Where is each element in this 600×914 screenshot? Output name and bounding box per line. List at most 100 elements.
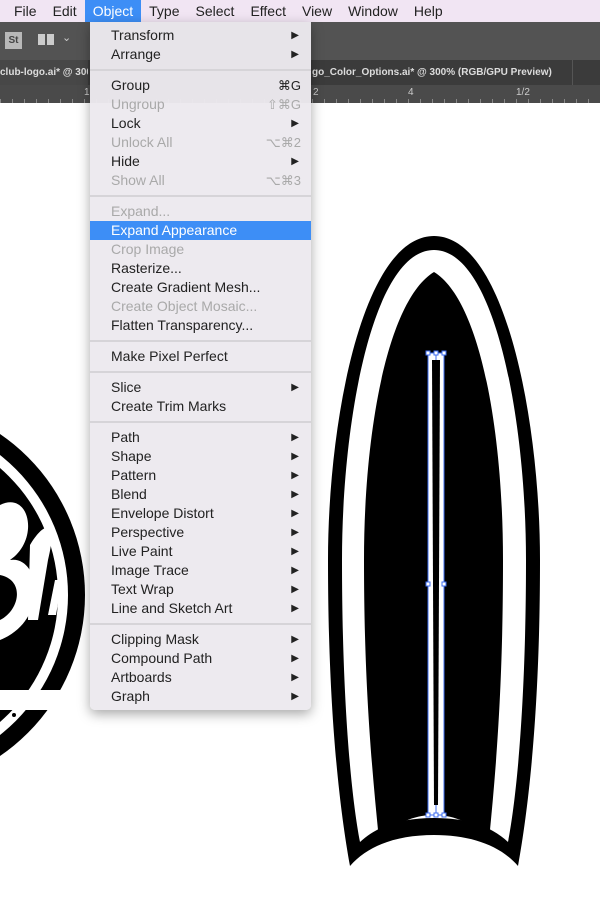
menu-item-label: Clipping Mask [111,631,199,647]
menu-item-blend[interactable]: Blend ▶ [90,485,311,504]
submenu-arrow-icon: ▶ [291,382,299,393]
menu-view[interactable]: View [294,0,340,22]
menu-item-arrange[interactable]: Arrange ▶ [90,45,311,64]
menu-item-text-wrap[interactable]: Text Wrap ▶ [90,580,311,599]
menu-item-clipping-mask[interactable]: Clipping Mask ▶ [90,630,311,649]
menu-item-label: Arrange [111,46,161,62]
menu-separator [90,416,311,428]
menu-object[interactable]: Object [84,0,142,22]
tab-club-logo[interactable]: club-logo.ai* @ 300 [0,60,88,85]
menu-item-rasterize[interactable]: Rasterize... [90,259,311,278]
menu-item-image-trace[interactable]: Image Trace ▶ [90,561,311,580]
submenu-arrow-icon: ▶ [291,653,299,664]
menu-item-label: Crop Image [111,241,185,257]
menu-item-crop-image: Crop Image [90,240,311,259]
menu-item-label: Ungroup [111,96,165,112]
club-logo-artwork [0,434,85,756]
ruler-label: 1 [84,87,90,98]
menu-item-label: Hide [111,153,140,169]
submenu-arrow-icon: ▶ [291,30,299,41]
menu-item-label: Show All [111,172,165,188]
submenu-arrow-icon: ▶ [291,672,299,683]
tab-color-options[interactable]: go_Color_Options.ai* @ 300% (RGB/GPU Pre… [312,60,573,85]
submenu-arrow-icon: ▶ [291,691,299,702]
menu-separator [90,366,311,378]
menu-item-label: Blend [111,486,147,502]
submenu-arrow-icon: ▶ [291,489,299,500]
submenu-arrow-icon: ▶ [291,603,299,614]
menu-separator [90,190,311,202]
menu-item-label: Make Pixel Perfect [111,348,228,364]
menu-item-path[interactable]: Path ▶ [90,428,311,447]
menu-item-group[interactable]: Group ⌘G [90,76,311,95]
menu-item-hide[interactable]: Hide ▶ [90,152,311,171]
menu-window[interactable]: Window [340,0,406,22]
menu-effect[interactable]: Effect [242,0,294,22]
shortcut-label: ⌥⌘2 [265,135,301,150]
menu-item-create-trim-marks[interactable]: Create Trim Marks [90,397,311,416]
menu-item-label: Path [111,429,140,445]
menu-file[interactable]: File [6,0,45,22]
submenu-arrow-icon: ▶ [291,156,299,167]
menu-item-label: Rasterize... [111,260,182,276]
menu-item-artboards[interactable]: Artboards ▶ [90,668,311,687]
submenu-arrow-icon: ▶ [291,584,299,595]
menu-item-perspective[interactable]: Perspective ▶ [90,523,311,542]
menu-type[interactable]: Type [141,0,187,22]
menu-item-label: Compound Path [111,650,213,666]
menu-item-label: Slice [111,379,142,395]
shortcut-label: ⇧⌘G [266,97,301,112]
object-menu-dropdown: Transform ▶ Arrange ▶ Group ⌘G Ungroup ⇧⌘G Lock ▶… [90,22,311,710]
menu-separator [90,64,311,76]
menu-item-label: Envelope Distort [111,505,214,521]
menu-item-expand-appearance[interactable]: Expand Appearance [90,221,311,240]
menu-help[interactable]: Help [406,0,451,22]
menu-separator [90,618,311,630]
ruler-label: 2 [313,87,319,98]
menu-item-label: Expand Appearance [111,222,238,238]
menu-item-pattern[interactable]: Pattern ▶ [90,466,311,485]
menu-item-slice[interactable]: Slice ▶ [90,378,311,397]
menu-item-envelope-distort[interactable]: Envelope Distort ▶ [90,504,311,523]
menu-item-label: Expand... [111,203,171,219]
submenu-arrow-icon: ▶ [291,432,299,443]
menu-item-create-gradient-mesh[interactable]: Create Gradient Mesh... [90,278,311,297]
submenu-arrow-icon: ▶ [291,546,299,557]
menu-item-compound-path[interactable]: Compound Path ▶ [90,649,311,668]
menu-item-graph[interactable]: Graph ▶ [90,687,311,706]
menu-item-label: Image Trace [111,562,189,578]
shortcut-label: ⌥⌘3 [265,173,301,188]
menu-item-transform[interactable]: Transform ▶ [90,26,311,45]
menu-item-label: Lock [111,115,141,131]
menu-item-label: Graph [111,688,150,704]
ruler-label: 1/2 [516,87,530,98]
selection-path [425,350,447,818]
menu-item-create-object-mosaic: Create Object Mosaic... [90,297,311,316]
menu-select[interactable]: Select [188,0,243,22]
chevron-down-icon[interactable]: ⌄ [62,31,71,44]
menu-item-label: Transform [111,27,175,43]
menu-item-unlock-all: Unlock All ⌥⌘2 [90,133,311,152]
menu-item-lock[interactable]: Lock ▶ [90,114,311,133]
submenu-arrow-icon: ▶ [291,634,299,645]
submenu-arrow-icon: ▶ [291,565,299,576]
menu-item-live-paint[interactable]: Live Paint ▶ [90,542,311,561]
menu-item-label: Artboards [111,669,172,685]
menu-item-label: Create Gradient Mesh... [111,279,261,295]
submenu-arrow-icon: ▶ [291,49,299,60]
submenu-arrow-icon: ▶ [291,527,299,538]
menu-item-line-and-sketch-art[interactable]: Line and Sketch Art ▶ [90,599,311,618]
menu-item-label: Group [111,77,150,93]
stock-button[interactable]: St [5,32,22,49]
menu-edit[interactable]: Edit [45,0,85,22]
menu-item-shape[interactable]: Shape ▶ [90,447,311,466]
menu-item-expand: Expand... [90,202,311,221]
workspace-layout-icon[interactable] [38,34,54,45]
submenu-arrow-icon: ▶ [291,470,299,481]
menu-bar: File Edit Object Type Select Effect View Window… [0,0,600,22]
menu-item-make-pixel-perfect[interactable]: Make Pixel Perfect [90,347,311,366]
menu-item-label: Live Paint [111,543,173,559]
menu-item-label: Text Wrap [111,581,174,597]
menu-item-flatten-transparency[interactable]: Flatten Transparency... [90,316,311,335]
menu-item-label: Perspective [111,524,185,540]
